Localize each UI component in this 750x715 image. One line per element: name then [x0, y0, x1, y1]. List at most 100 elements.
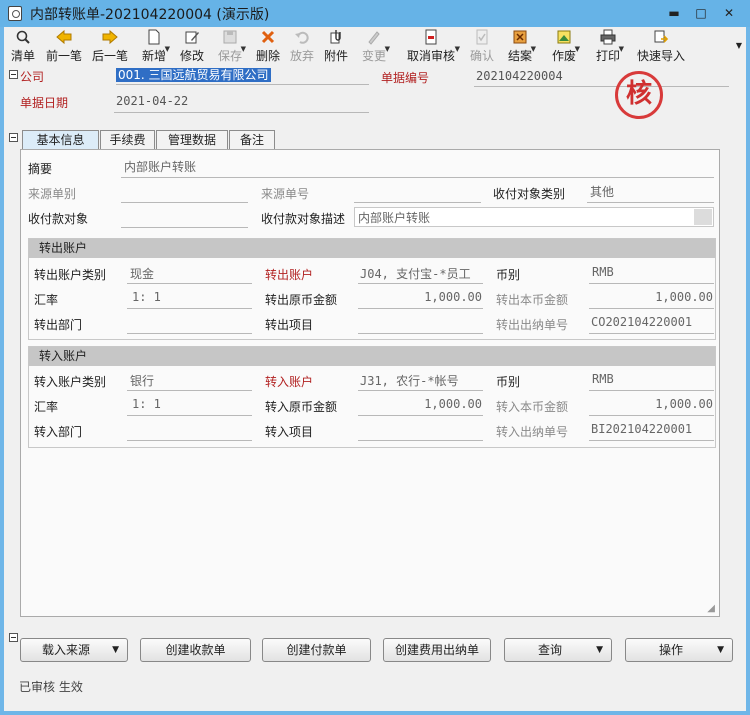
footer-collapse-icon[interactable] — [9, 633, 18, 642]
operate-button[interactable]: 操作 ▼ — [625, 638, 733, 662]
toolbar-item-next[interactable]: 后一笔 — [90, 29, 130, 65]
title-bar[interactable]: 内部转账单-202104220004 (演示版) ▬ □ ✕ — [0, 0, 750, 27]
out-currency-field[interactable]: RMB — [592, 265, 614, 279]
in-rate-field[interactable]: 1: 1 — [132, 397, 161, 411]
out-account-field[interactable]: J04, 支付宝-*员工 — [360, 265, 471, 282]
dropdown-arrow-icon[interactable]: ▼ — [531, 45, 536, 53]
toolbar-item-confirm[interactable]: 确认 — [468, 29, 496, 65]
toolbar-item-previous[interactable]: 前一笔 — [44, 29, 84, 65]
body-collapse-icon[interactable] — [9, 133, 18, 142]
dropdown-arrow-icon[interactable]: ▼ — [455, 45, 460, 53]
toolbar-overflow-icon[interactable]: ▼ — [736, 41, 742, 50]
toolbar-item-save[interactable]: 保存 ▼ — [216, 29, 246, 65]
create-fee-cashier-button[interactable]: 创建费用出纳单 — [383, 638, 491, 662]
out-rate-underline — [127, 308, 252, 309]
toolbar-item-void[interactable]: 作废 ▼ — [550, 29, 580, 65]
arrow-right-icon — [102, 29, 118, 45]
dropdown-arrow-icon: ▼ — [596, 645, 603, 655]
maximize-button[interactable]: □ — [688, 4, 714, 22]
out-rate-field[interactable]: 1: 1 — [132, 290, 161, 304]
toolbar: 清单 前一笔 后一笔 新增 ▼ 修改 保存 ▼ 删除 放弃 附件 变更 ▼ 取消… — [4, 27, 746, 67]
audit-stamp: 核 — [615, 71, 663, 119]
toolbar-item-new[interactable]: 新增 ▼ — [140, 29, 170, 65]
in-account-field[interactable]: J31, 农行-*帐号 — [360, 372, 459, 389]
resize-grip-icon[interactable]: ◢ — [707, 603, 715, 614]
out-orig-amount-label: 转出原币金额 — [265, 293, 338, 307]
dropdown-arrow-icon[interactable]: ▼ — [385, 45, 390, 53]
out-account-label: 转出账户 — [265, 268, 314, 282]
doc-date-field[interactable]: 2021-04-22 — [116, 94, 188, 108]
in-cashier-no-field[interactable]: BI202104220001 — [591, 422, 692, 436]
status-text: 已审核 生效 — [19, 680, 83, 694]
doc-no-label: 单据编号 — [381, 71, 430, 85]
toolbar-item-delete[interactable]: 删除 — [254, 29, 282, 65]
create-receipt-button[interactable]: 创建收款单 — [140, 638, 251, 662]
toolbar-item-print[interactable]: 打印 ▼ — [594, 29, 624, 65]
summary-field[interactable]: 内部账户转账 — [124, 158, 196, 175]
close-button[interactable]: ✕ — [716, 4, 742, 22]
company-field[interactable]: 001. 三国远航贸易有限公司 — [116, 68, 271, 82]
tab-basic-info[interactable]: 基本信息 — [22, 130, 99, 151]
toolbar-item-close-case[interactable]: 结案 ▼ — [506, 29, 536, 65]
payee-type-field[interactable]: 其他 — [590, 183, 614, 200]
out-cashier-no-field[interactable]: CO202104220001 — [591, 315, 692, 329]
in-orig-amount-label: 转入原币金额 — [265, 400, 338, 414]
in-currency-field[interactable]: RMB — [592, 372, 614, 386]
in-type-field[interactable]: 银行 — [130, 372, 154, 389]
payee-desc-expand-button[interactable] — [694, 209, 712, 225]
in-local-amount-field[interactable]: 1,000.00 — [591, 397, 713, 411]
printer-icon — [600, 29, 616, 45]
company-label: 公司 — [20, 70, 45, 84]
dropdown-arrow-icon: ▼ — [717, 645, 724, 655]
in-account-header: 转入账户 — [29, 347, 715, 366]
in-dept-label: 转入部门 — [34, 425, 83, 439]
tab-management-data[interactable]: 管理数据 — [156, 130, 228, 150]
minimize-button[interactable]: ▬ — [661, 4, 687, 22]
quick-import-icon — [654, 30, 669, 43]
dropdown-arrow-icon[interactable]: ▼ — [575, 45, 580, 53]
out-orig-amount-field[interactable]: 1,000.00 — [360, 290, 482, 304]
toolbar-item-list[interactable]: 清单 — [8, 29, 38, 65]
toolbar-item-change[interactable]: 变更 ▼ — [360, 29, 390, 65]
in-account-label: 转入账户 — [265, 375, 314, 389]
out-currency-underline — [589, 283, 714, 284]
toolbar-item-discard[interactable]: 放弃 — [288, 29, 316, 65]
out-account-header: 转出账户 — [29, 239, 715, 258]
toolbar-item-attachment[interactable]: 附件 — [322, 29, 350, 65]
create-payment-button[interactable]: 创建付款单 — [262, 638, 371, 662]
doc-date-label: 单据日期 — [20, 96, 69, 110]
in-local-amount-underline — [589, 415, 714, 416]
in-currency-label: 币别 — [496, 375, 521, 389]
toolbar-label: 快速导入 — [636, 49, 685, 63]
header-collapse-icon[interactable] — [9, 70, 18, 79]
payee-label: 收付款对象 — [28, 212, 89, 226]
doc-no-field[interactable]: 202104220004 — [476, 69, 563, 83]
dropdown-arrow-icon[interactable]: ▼ — [165, 45, 170, 53]
query-button[interactable]: 查询 ▼ — [504, 638, 612, 662]
payee-underline — [121, 227, 248, 228]
window: 内部转账单-202104220004 (演示版) ▬ □ ✕ 清单 前一笔 后一… — [0, 0, 750, 715]
toolbar-label: 后一笔 — [91, 49, 128, 63]
tab-remarks[interactable]: 备注 — [229, 130, 275, 150]
toolbar-item-cancel-audit[interactable]: 取消审核 ▼ — [404, 29, 460, 65]
load-source-button[interactable]: 载入来源 ▼ — [20, 638, 128, 662]
dropdown-arrow-icon[interactable]: ▼ — [619, 45, 624, 53]
arrow-left-icon — [56, 29, 72, 45]
out-orig-amount-underline — [358, 308, 483, 309]
out-local-amount-field[interactable]: 1,000.00 — [591, 290, 713, 304]
in-currency-underline — [589, 390, 714, 391]
toolbar-item-quick-import[interactable]: 快速导入 — [634, 29, 688, 65]
in-orig-amount-field[interactable]: 1,000.00 — [360, 397, 482, 411]
app-icon — [8, 6, 22, 21]
toolbar-item-edit[interactable]: 修改 — [178, 29, 206, 65]
toolbar-label: 前一笔 — [45, 49, 82, 63]
summary-label: 摘要 — [28, 162, 53, 176]
toolbar-label: 取消审核 — [406, 49, 455, 63]
payee-desc-field[interactable]: 内部账户转账 — [354, 207, 714, 227]
cancel-audit-icon — [425, 29, 437, 45]
out-type-field[interactable]: 现金 — [130, 265, 154, 282]
toolbar-label: 放弃 — [289, 49, 314, 63]
dropdown-arrow-icon[interactable]: ▼ — [241, 45, 246, 53]
tab-fees[interactable]: 手续费 — [100, 130, 155, 150]
change-icon — [368, 31, 380, 45]
